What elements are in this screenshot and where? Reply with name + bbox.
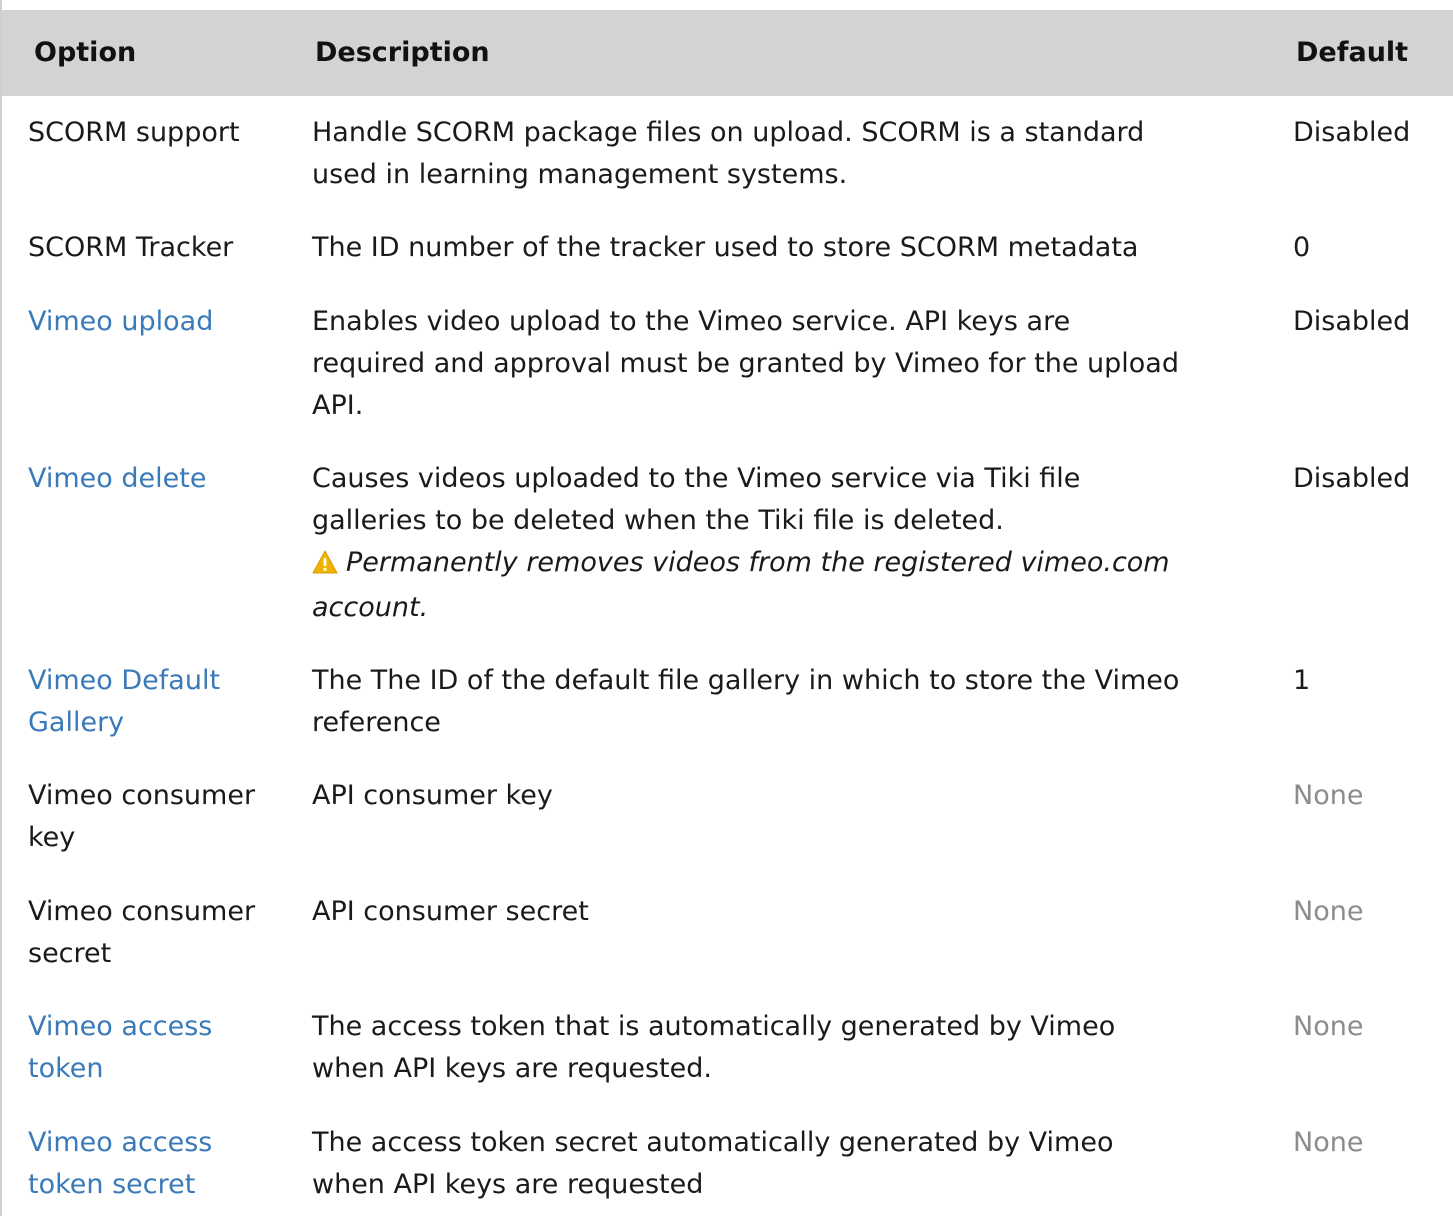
description-line: API consumer key <box>312 780 553 811</box>
option-link-vimeo-access-token-secret[interactable]: Vimeo access token secret <box>28 1122 288 1206</box>
option-name-line[interactable]: Gallery <box>28 702 288 744</box>
warning-text: account. <box>312 592 429 623</box>
option-name-line[interactable]: Vimeo access <box>28 1122 288 1164</box>
option-default: 0 <box>1293 232 1311 263</box>
option-description: API consumer secret <box>312 891 1272 933</box>
description-line: when API keys are requested <box>312 1169 704 1200</box>
option-default: Disabled <box>1293 306 1411 337</box>
option-name: SCORM support <box>28 117 240 148</box>
description-line: galleries to be deleted when the Tiki fi… <box>312 505 1004 536</box>
description-line: when API keys are requested. <box>312 1053 712 1084</box>
option-name: Vimeo consumer secret <box>28 891 288 975</box>
option-name-line[interactable]: token <box>28 1048 288 1090</box>
option-name-line[interactable]: token secret <box>28 1164 288 1206</box>
option-name-line: secret <box>28 938 112 969</box>
option-default: None <box>1293 1011 1364 1042</box>
description-line: reference <box>312 707 441 738</box>
option-description: Handle SCORM package files on upload. SC… <box>312 112 1272 196</box>
description-line: The ID number of the tracker used to sto… <box>312 232 1139 263</box>
option-name-line: Vimeo consumer <box>28 896 256 927</box>
option-description: The access token that is automatically g… <box>312 1006 1272 1090</box>
description-line: Causes videos uploaded to the Vimeo serv… <box>312 463 1081 494</box>
description-line: required and approval must be granted by… <box>312 348 1179 379</box>
option-name: Vimeo consumer key <box>28 775 288 859</box>
column-header-description[interactable]: Description <box>315 10 490 96</box>
column-header-option[interactable]: Option <box>34 10 136 96</box>
warning-icon <box>312 545 338 587</box>
option-description: Enables video upload to the Vimeo servic… <box>312 301 1272 427</box>
option-description: The access token secret automatically ge… <box>312 1122 1272 1206</box>
option-name-line: key <box>28 822 76 853</box>
description-line: Handle SCORM package files on upload. SC… <box>312 117 1145 148</box>
option-description: Causes videos uploaded to the Vimeo serv… <box>312 458 1272 629</box>
option-default: Disabled <box>1293 463 1411 494</box>
option-link-vimeo-upload[interactable]: Vimeo upload <box>28 301 288 343</box>
description-line: used in learning management systems. <box>312 159 848 190</box>
option-name: SCORM Tracker <box>28 232 234 263</box>
option-description: API consumer key <box>312 775 1272 817</box>
preferences-table: Option Description Default SCORM support… <box>0 0 1453 1216</box>
description-line: The access token that is automatically g… <box>312 1011 1116 1042</box>
table-header: Option Description Default <box>2 10 1453 96</box>
description-line: Enables video upload to the Vimeo servic… <box>312 306 1071 337</box>
option-link-vimeo-delete[interactable]: Vimeo delete <box>28 458 288 500</box>
option-name-line[interactable]: Vimeo access <box>28 1006 288 1048</box>
option-link-vimeo-access-token[interactable]: Vimeo access token <box>28 1006 288 1090</box>
option-default: Disabled <box>1293 117 1411 148</box>
option-name-line: Vimeo consumer <box>28 780 256 811</box>
option-default: None <box>1293 896 1364 927</box>
description-line: The access token secret automatically ge… <box>312 1127 1114 1158</box>
option-description: The ID number of the tracker used to sto… <box>312 227 1272 269</box>
option-default: None <box>1293 780 1364 811</box>
option-default: None <box>1293 1127 1364 1158</box>
option-link-vimeo-default-gallery[interactable]: Vimeo Default Gallery <box>28 660 288 744</box>
option-name-line[interactable]: Vimeo Default <box>28 660 288 702</box>
description-line: API. <box>312 390 364 421</box>
option-description: The The ID of the default file gallery i… <box>312 660 1272 744</box>
description-line: API consumer secret <box>312 896 589 927</box>
warning-text: Permanently removes videos from the regi… <box>346 547 1170 578</box>
description-line: The The ID of the default file gallery i… <box>312 665 1180 696</box>
warning-note: Permanently removes videos from the regi… <box>312 542 1272 587</box>
option-default: 1 <box>1293 665 1311 696</box>
column-header-default[interactable]: Default <box>1296 10 1408 96</box>
